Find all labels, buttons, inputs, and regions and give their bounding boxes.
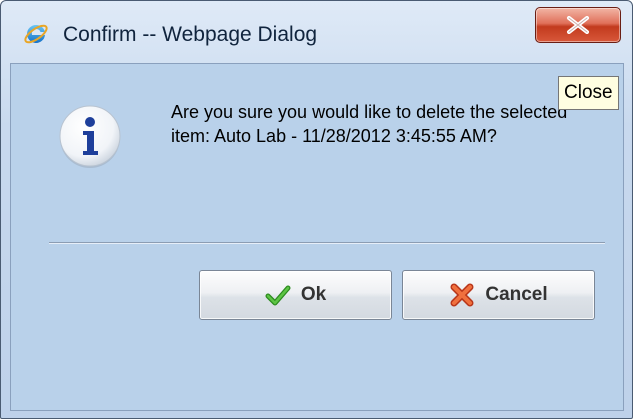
close-icon [567, 16, 589, 34]
title-bar[interactable]: Confirm -- Webpage Dialog [1, 1, 632, 61]
cancel-button-label: Cancel [485, 284, 548, 305]
separator [49, 242, 605, 244]
info-icon [57, 104, 123, 170]
confirmation-message: Are you sure you would like to delete th… [171, 102, 568, 146]
dialog-body: Are you sure you would like to delete th… [10, 63, 624, 411]
window-title: Confirm -- Webpage Dialog [63, 23, 318, 46]
ok-button-label: Ok [300, 284, 327, 305]
close-tooltip: Close [558, 76, 619, 110]
red-x-icon [449, 282, 475, 308]
internet-explorer-icon [23, 21, 49, 47]
cancel-button[interactable]: Cancel [402, 270, 595, 320]
ok-button[interactable]: Ok [199, 270, 392, 320]
checkmark-icon [265, 282, 291, 308]
dialog-window: Confirm -- Webpage Dialog Close Are you … [0, 0, 633, 419]
close-button[interactable] [535, 7, 621, 43]
